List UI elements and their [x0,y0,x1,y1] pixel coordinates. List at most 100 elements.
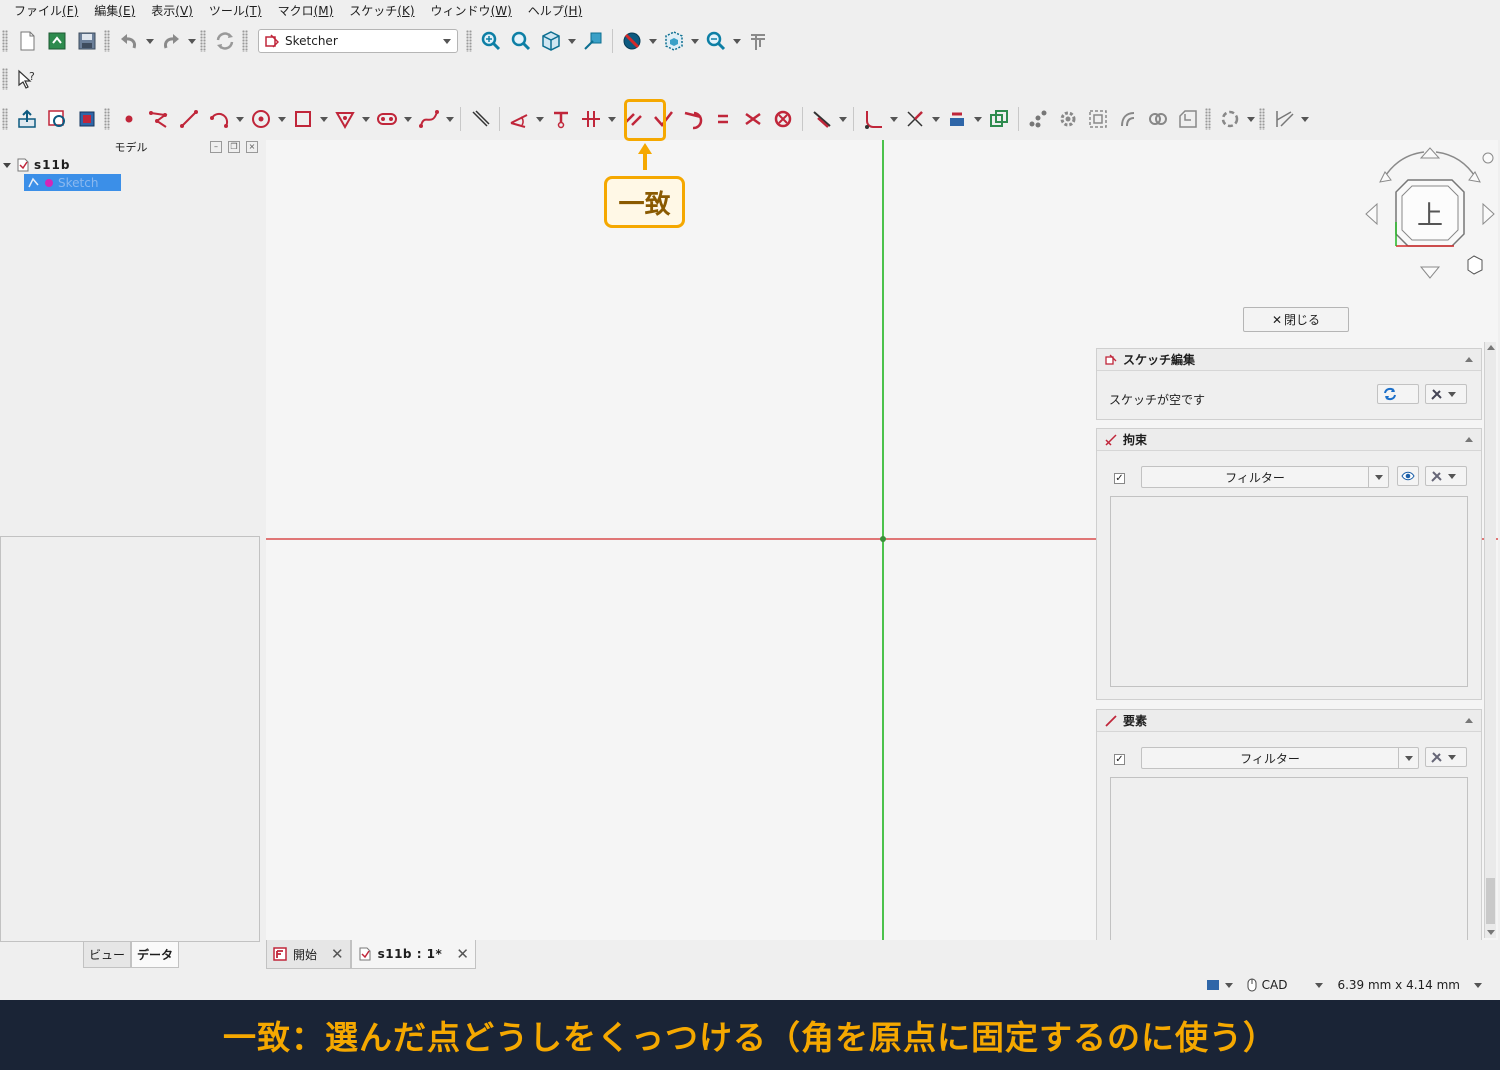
panel-float-button[interactable]: ❐ [228,141,240,153]
3d-view[interactable]: 上 ✕ 閉じる スケッチ編集 スケッチが空です 拘束 ✓ フィルター 要素 ✓ … [266,140,1498,940]
select-points-button[interactable] [1023,104,1053,134]
display-mode-selector[interactable] [1206,978,1233,992]
undo-button[interactable] [114,26,144,56]
constraints-panel-header[interactable]: 拘束 [1097,429,1481,451]
close-sketch-button[interactable]: ✕ 閉じる [1243,307,1349,332]
constraints-settings-button[interactable] [1425,466,1467,486]
draw-style-dropdown[interactable] [647,26,659,56]
toolbar-overflow-dropdown[interactable] [1245,104,1257,134]
menu-tools[interactable]: ツール(T) [201,0,270,22]
trim-dropdown[interactable] [930,104,942,134]
undo-dropdown[interactable] [144,26,156,56]
coincident-constraint-button[interactable] [546,104,576,134]
dimension-button[interactable] [504,104,534,134]
slot-button[interactable] [372,104,402,134]
fit-all-button[interactable] [476,26,506,56]
toolbar-grip[interactable] [2,108,8,130]
tree-item-document[interactable]: s11b [0,156,262,174]
toolbar-grip[interactable] [242,30,248,52]
external-geometry-dropdown[interactable] [972,104,984,134]
tab-view[interactable]: ビュー [83,942,132,968]
task-panel-scrollbar[interactable] [1484,342,1496,938]
view-up-arrow-icon[interactable] [1419,147,1441,159]
bspline-button[interactable] [414,104,444,134]
measure-tool-button[interactable] [743,26,773,56]
elements-filter-checkbox[interactable]: ✓ [1114,754,1125,765]
rectangle-dropdown[interactable] [318,104,330,134]
menu-edit[interactable]: 編集(E) [86,0,143,22]
origin-point[interactable] [880,536,886,542]
line-button[interactable] [174,104,204,134]
arc-button[interactable] [204,104,234,134]
measure-button[interactable] [578,26,608,56]
select-solver-dof-button[interactable] [1053,104,1083,134]
redo-button[interactable] [156,26,186,56]
view-down-arrow-icon[interactable] [1419,266,1441,279]
navigation-style-selector[interactable]: CAD [1247,978,1324,992]
toolbar-overflow-dropdown-2[interactable] [1299,104,1311,134]
toolbar-grip[interactable] [200,30,206,52]
menu-view[interactable]: 表示(V) [143,0,201,22]
standard-views-dropdown[interactable] [566,26,578,56]
expand-chevron-icon[interactable] [0,163,14,168]
slot-dropdown[interactable] [402,104,414,134]
new-document-button[interactable] [12,26,42,56]
view-menu-cube-icon[interactable] [1467,255,1483,275]
zoom-dropdown[interactable] [731,26,743,56]
sketch-edit-panel-header[interactable]: スケッチ編集 [1097,349,1481,371]
copy-button[interactable] [1173,104,1203,134]
block-constraint-button[interactable] [768,104,798,134]
fillet-dropdown[interactable] [888,104,900,134]
elements-filter-select[interactable]: フィルター [1141,747,1419,769]
leave-sketch-button[interactable] [12,104,42,134]
symmetry-button[interactable] [1113,104,1143,134]
constraints-filter-select[interactable]: フィルター [1141,466,1389,488]
panel-close-button[interactable]: × [246,141,258,153]
equal-constraint-button[interactable] [708,104,738,134]
open-button[interactable] [42,26,72,56]
menu-window[interactable]: ウィンドウ(W) [423,0,520,22]
bounding-box-button[interactable] [659,26,689,56]
view-section-button[interactable] [72,104,102,134]
whats-this-button[interactable]: ? [12,64,42,94]
polygon-dropdown[interactable] [360,104,372,134]
external-geometry-button[interactable] [942,104,972,134]
tangent-constraint-button[interactable] [678,104,708,134]
trim-button[interactable] [900,104,930,134]
menu-file[interactable]: ファイル(F) [6,0,86,22]
refresh-button[interactable] [210,26,240,56]
circle-dropdown[interactable] [276,104,288,134]
tab-document[interactable]: s11b : 1* ✕ [350,940,477,969]
view-sketch-button[interactable] [42,104,72,134]
polygon-button[interactable] [330,104,360,134]
constrain-dropdown[interactable] [606,104,618,134]
menu-sketch[interactable]: スケッチ(K) [341,0,422,22]
toggle-visibility-button[interactable] [1397,466,1419,486]
symmetric-constraint-button[interactable] [738,104,768,134]
fit-selection-button[interactable] [506,26,536,56]
toolbar-grip[interactable] [2,30,8,52]
redo-dropdown[interactable] [186,26,198,56]
scrollbar-thumb[interactable] [1486,878,1495,924]
menu-macro[interactable]: マクロ(M) [270,0,342,22]
collapse-icon[interactable] [1465,718,1473,723]
close-icon[interactable]: ✕ [331,945,344,963]
navigation-cube[interactable]: 上 [1362,144,1498,280]
point-on-object-button[interactable] [576,104,606,134]
zoom-button[interactable] [701,26,731,56]
toggle-driving-dropdown[interactable] [837,104,849,134]
elements-panel-header[interactable]: 要素 [1097,710,1481,732]
recompute-button[interactable] [1377,384,1419,404]
polyline-button[interactable] [144,104,174,134]
toolbar-grip[interactable] [104,30,110,52]
draw-style-button[interactable] [617,26,647,56]
workbench-selector[interactable]: Sketcher [258,29,458,53]
toolbar-grip[interactable] [1259,108,1265,130]
toolbar-grip[interactable] [104,108,110,130]
point-button[interactable] [114,104,144,134]
dimension-dropdown[interactable] [534,104,546,134]
toolbar-grip[interactable] [1205,108,1211,130]
scroll-up-icon[interactable] [1487,345,1495,350]
tab-start[interactable]: 開始 ✕ [266,940,351,969]
navcube-menu-icon[interactable] [1482,152,1494,164]
